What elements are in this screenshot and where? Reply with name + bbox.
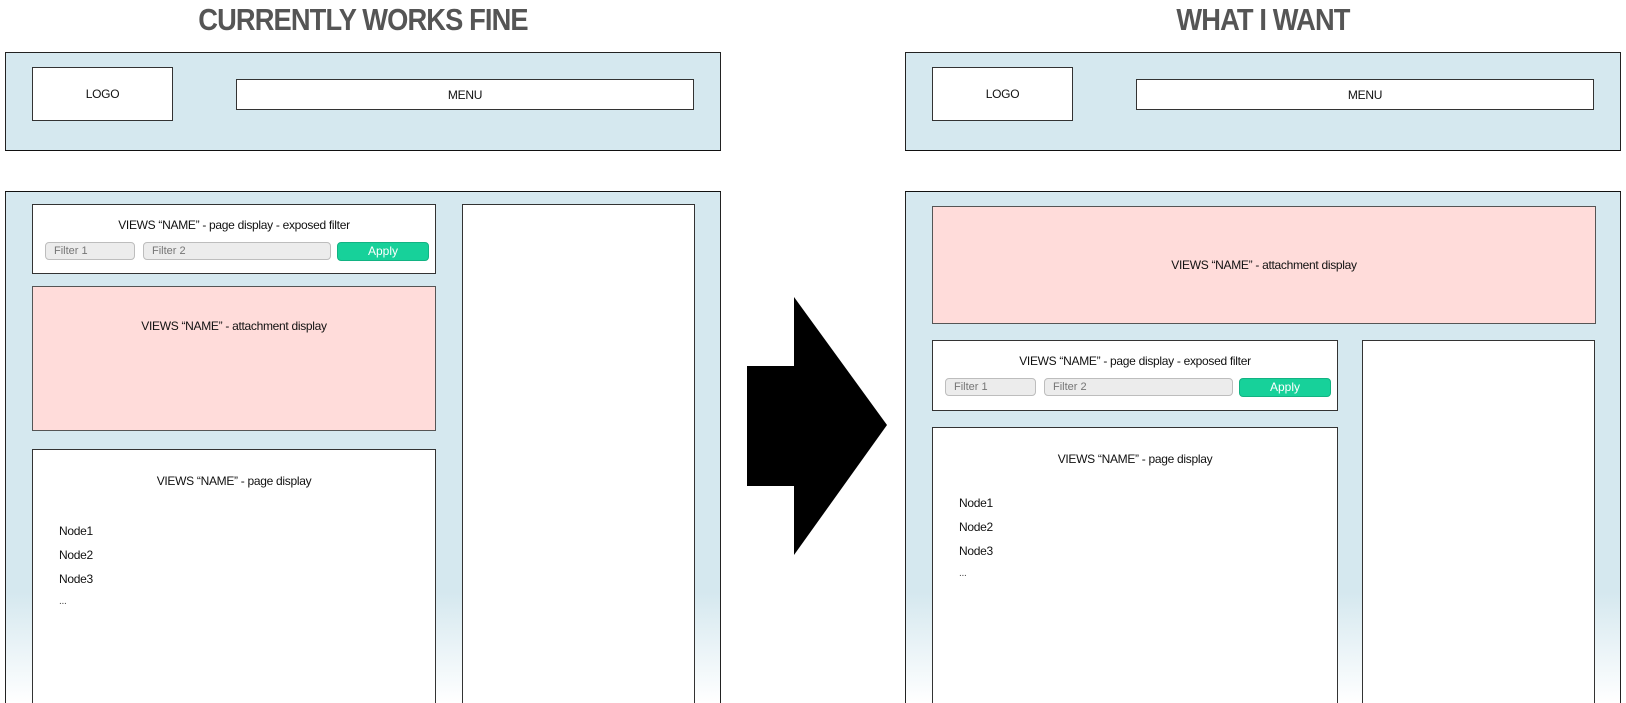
apply-button[interactable]: Apply: [337, 242, 429, 261]
logo-placeholder: LOGO: [932, 67, 1073, 121]
exposed-filter-title: VIEWS “NAME” - page display - exposed fi…: [118, 218, 350, 232]
arrow-shaft: [747, 366, 795, 486]
menu-placeholder: MENU: [1136, 79, 1594, 110]
exposed-filter-display: VIEWS “NAME” - page display - exposed fi…: [32, 204, 436, 274]
filter1-input[interactable]: [945, 378, 1036, 396]
attachment-display: VIEWS “NAME” - attachment display: [932, 206, 1596, 324]
header-strip: [905, 150, 1621, 192]
page-display-title: VIEWS “NAME” - page display: [1057, 452, 1213, 466]
node-item[interactable]: Node2: [959, 520, 993, 534]
node-more: ...: [959, 568, 967, 579]
wireframe-desired: LOGO MENU VIEWS “NAME” - attachment disp…: [905, 52, 1621, 703]
attachment-display: VIEWS “NAME” - attachment display: [32, 286, 436, 431]
page-display: VIEWS “NAME” - page display Node1 Node2 …: [32, 449, 436, 703]
page-display-title: VIEWS “NAME” - page display: [156, 474, 312, 488]
heading-current: CURRENTLY WORKS FINE: [198, 2, 528, 37]
filter2-input[interactable]: [143, 242, 331, 260]
attachment-title: VIEWS “NAME” - attachment display: [141, 319, 327, 333]
sidebar-placeholder: [1362, 340, 1595, 703]
menu-placeholder: MENU: [236, 79, 694, 110]
apply-button[interactable]: Apply: [1239, 378, 1331, 397]
node-item[interactable]: Node1: [59, 524, 93, 538]
page-display: VIEWS “NAME” - page display Node1 Node2 …: [932, 427, 1338, 703]
exposed-filter-display: VIEWS “NAME” - page display - exposed fi…: [932, 340, 1338, 411]
node-item[interactable]: Node2: [59, 548, 93, 562]
arrow-right-icon: [747, 297, 887, 555]
heading-desired: WHAT I WANT: [1176, 2, 1350, 37]
header-strip: [5, 150, 721, 192]
attachment-title: VIEWS “NAME” - attachment display: [1171, 258, 1357, 272]
node-item[interactable]: Node3: [959, 544, 993, 558]
filter1-input[interactable]: [45, 242, 135, 260]
arrow-head: [794, 297, 887, 555]
sidebar-placeholder: [462, 204, 695, 703]
wireframe-current: LOGO MENU VIEWS “NAME” - page display - …: [5, 52, 721, 703]
node-item[interactable]: Node1: [959, 496, 993, 510]
node-more: ...: [59, 596, 67, 607]
node-item[interactable]: Node3: [59, 572, 93, 586]
exposed-filter-title: VIEWS “NAME” - page display - exposed fi…: [1019, 354, 1251, 368]
filter2-input[interactable]: [1044, 378, 1233, 396]
logo-placeholder: LOGO: [32, 67, 173, 121]
